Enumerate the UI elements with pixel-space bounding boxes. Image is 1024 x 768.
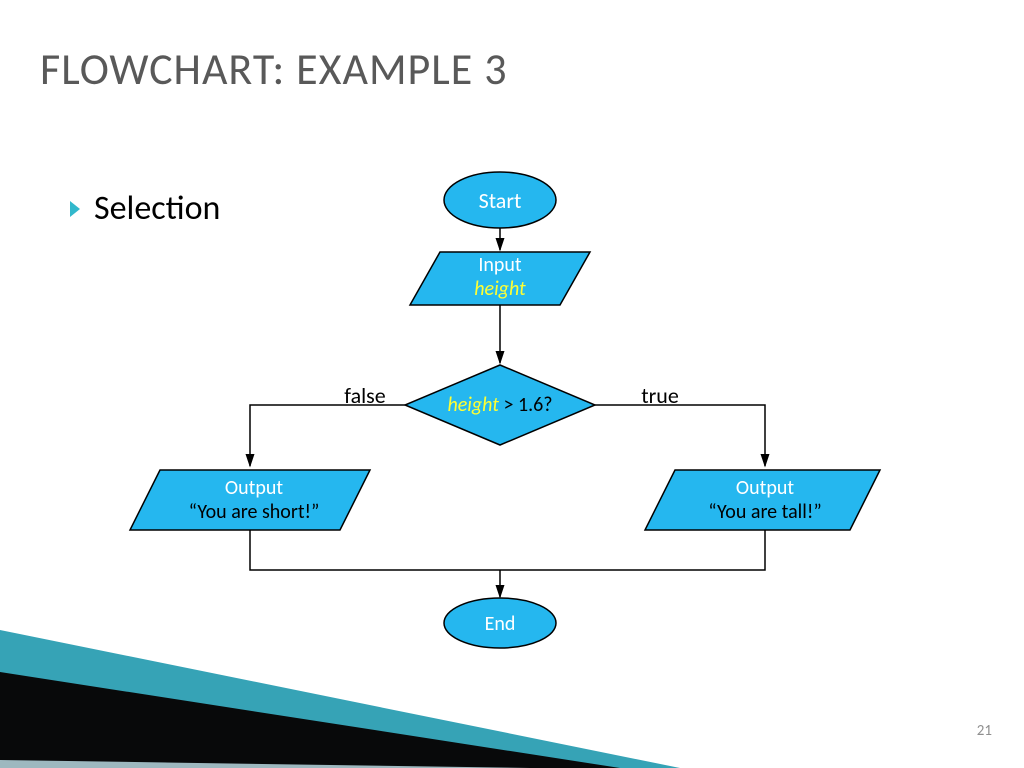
- decorative-wedge: [0, 0, 1024, 768]
- decision-condition: > 1.6?: [499, 393, 553, 417]
- true-label: true: [630, 383, 690, 409]
- bullet-icon: [70, 201, 80, 217]
- input-label: Input height: [440, 253, 560, 301]
- page-title: FLOWCHART: EXAMPLE 3: [40, 42, 508, 96]
- output-left-label: Output “You are short!”: [154, 476, 354, 524]
- output-right-text: “You are tall!”: [665, 500, 865, 524]
- page-number: 21: [977, 722, 992, 740]
- decision-variable: height: [447, 393, 499, 417]
- output-left-title: Output: [154, 476, 354, 500]
- output-left-text: “You are short!”: [154, 500, 354, 524]
- decision-label: height > 1.6?: [415, 393, 585, 417]
- output-right-label: Output “You are tall!”: [665, 476, 865, 524]
- subtitle-text: Selection: [94, 188, 220, 229]
- end-label: End: [440, 612, 560, 636]
- subtitle-row: Selection: [70, 188, 220, 229]
- start-label: Start: [440, 188, 560, 214]
- input-variable: height: [440, 277, 560, 301]
- false-label: false: [335, 383, 395, 409]
- input-title: Input: [440, 253, 560, 277]
- output-right-title: Output: [665, 476, 865, 500]
